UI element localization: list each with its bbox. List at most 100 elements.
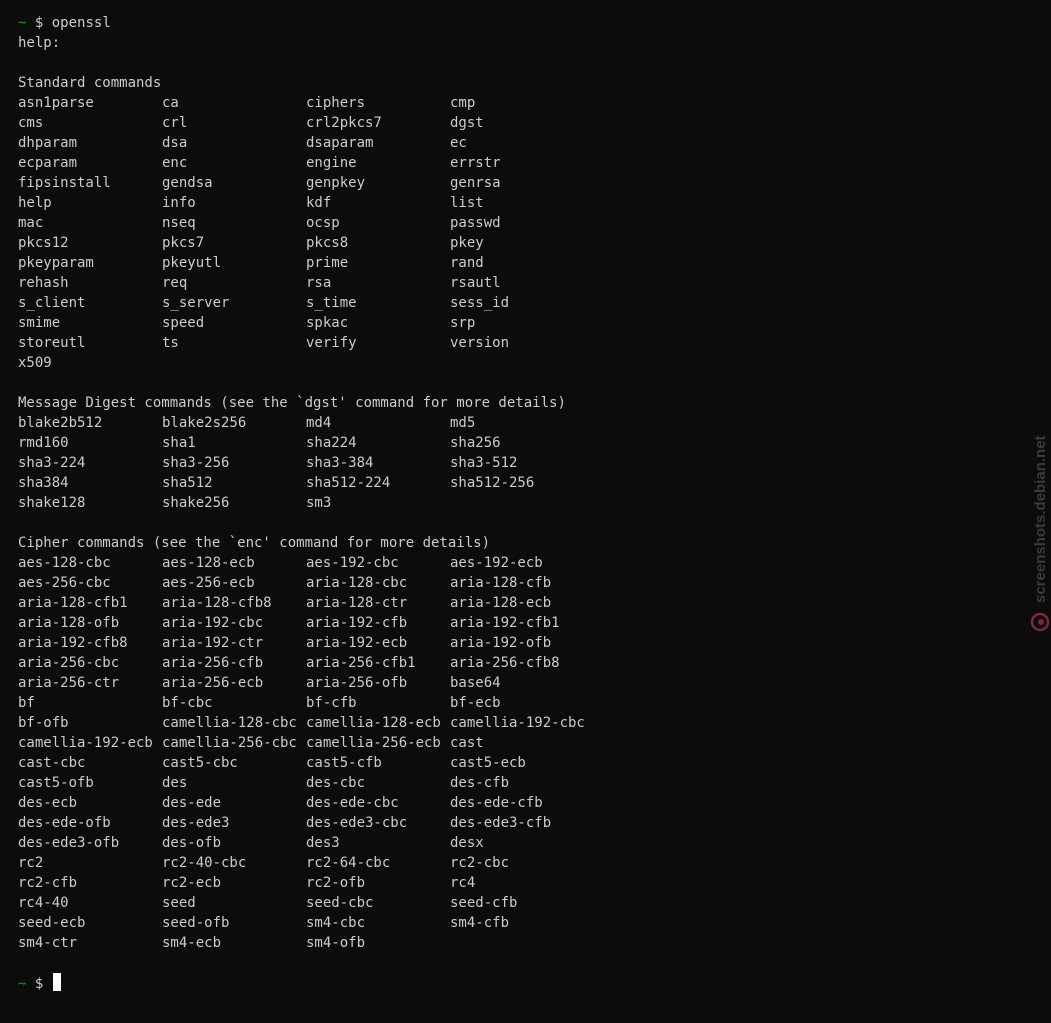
command-row: sha3-224 sha3-256 sha3-384 sha3-512 bbox=[18, 453, 1051, 473]
command-name: sess_id bbox=[450, 295, 510, 311]
command-name: blake2s256 bbox=[162, 415, 247, 431]
command-name: bf bbox=[18, 695, 35, 711]
command-name: aria-128-ofb bbox=[18, 615, 120, 631]
command-name: aria-256-ofb bbox=[306, 675, 408, 691]
command-row: rc2-cfb rc2-ecb rc2-ofb rc4 bbox=[18, 873, 1051, 893]
command-name: aria-192-cfb1 bbox=[450, 615, 560, 631]
command-name: bf-cfb bbox=[306, 695, 357, 711]
command-row: aria-256-cbc aria-256-cfb aria-256-cfb1 ari… bbox=[18, 653, 1051, 673]
command-name: sm4-cfb bbox=[450, 915, 510, 931]
command-name: sha512-256 bbox=[450, 475, 535, 491]
command-name: srp bbox=[450, 315, 476, 331]
section-heading: Message Digest commands (see the `dgst' … bbox=[18, 395, 566, 411]
command-name: fipsinstall bbox=[18, 175, 111, 191]
command-name: verify bbox=[306, 335, 357, 351]
command-name: storeutl bbox=[18, 335, 86, 351]
text-cursor bbox=[52, 973, 61, 991]
command-name: sha256 bbox=[450, 435, 501, 451]
command-name: aria-256-cfb8 bbox=[450, 655, 560, 671]
command-name: camellia-128-cbc bbox=[162, 715, 297, 731]
command-row: aes-256-cbc aes-256-ecb aria-128-cbc aria-1… bbox=[18, 573, 1051, 593]
command-name: shake256 bbox=[162, 495, 230, 511]
watermark-text: screenshots.debian.net bbox=[1032, 435, 1049, 603]
command-row: ecparam enc engine errstr bbox=[18, 153, 1051, 173]
command-name: rmd160 bbox=[18, 435, 69, 451]
command-name: sha512-224 bbox=[306, 475, 391, 491]
command-name: aria-256-cfb1 bbox=[306, 655, 416, 671]
command-row: fipsinstall gendsa genpkey genrsa bbox=[18, 173, 1051, 193]
command-row: aria-128-cfb1 aria-128-cfb8 aria-128-ctr ar… bbox=[18, 593, 1051, 613]
command-name: sha3-256 bbox=[162, 455, 230, 471]
command-row: des-ede-ofb des-ede3 des-ede3-cbc des-ede3-… bbox=[18, 813, 1051, 833]
command-name: req bbox=[162, 275, 188, 291]
prompt-dollar: $ bbox=[34, 15, 44, 31]
command-name: ecparam bbox=[18, 155, 78, 171]
command-name: engine bbox=[306, 155, 357, 171]
command-row: sha384 sha512 sha512-224 sha512-256 bbox=[18, 473, 1051, 493]
command-name: aria-256-ecb bbox=[162, 675, 264, 691]
command-row: aes-128-cbc aes-128-ecb aes-192-cbc aes-192… bbox=[18, 553, 1051, 573]
command-name: aes-256-cbc bbox=[18, 575, 111, 591]
command-name: crl bbox=[162, 115, 188, 131]
command-row: help info kdf list bbox=[18, 193, 1051, 213]
command-name: aria-128-ctr bbox=[306, 595, 408, 611]
command-name: nseq bbox=[162, 215, 196, 231]
command-name: dgst bbox=[450, 115, 484, 131]
command-name: des-ede-cfb bbox=[450, 795, 543, 811]
command-row: s_client s_server s_time sess_id bbox=[18, 293, 1051, 313]
command-name: dsa bbox=[162, 135, 188, 151]
command-name: blake2b512 bbox=[18, 415, 103, 431]
command-name: cast5-cbc bbox=[162, 755, 238, 771]
command-row: seed-ecb seed-ofb sm4-cbc sm4-cfb bbox=[18, 913, 1051, 933]
command-text: openssl bbox=[51, 15, 111, 31]
prompt-tilde: ~ bbox=[18, 15, 27, 31]
command-name: rc2-40-cbc bbox=[162, 855, 247, 871]
command-name: dsaparam bbox=[306, 135, 374, 151]
command-name: aes-128-ecb bbox=[162, 555, 255, 571]
command-name: speed bbox=[162, 315, 205, 331]
command-name: aes-128-cbc bbox=[18, 555, 111, 571]
command-name: cast bbox=[450, 735, 484, 751]
command-name: aria-192-cbc bbox=[162, 615, 264, 631]
command-name: help bbox=[18, 195, 52, 211]
command-name: mac bbox=[18, 215, 44, 231]
command-name: list bbox=[450, 195, 484, 211]
command-name: pkcs12 bbox=[18, 235, 69, 251]
command-row: cast-cbc cast5-cbc cast5-cfb cast5-ecb bbox=[18, 753, 1051, 773]
command-name: rc4 bbox=[450, 875, 476, 891]
command-name: base64 bbox=[450, 675, 501, 691]
command-name: rand bbox=[450, 255, 484, 271]
command-name: cast-cbc bbox=[18, 755, 86, 771]
command-name: rc2-ofb bbox=[306, 875, 366, 891]
command-row: rmd160 sha1 sha224 sha256 bbox=[18, 433, 1051, 453]
command-name: dhparam bbox=[18, 135, 78, 151]
command-name: aria-128-cfb bbox=[450, 575, 552, 591]
command-name: camellia-128-ecb bbox=[306, 715, 441, 731]
command-name: info bbox=[162, 195, 196, 211]
command-name: s_client bbox=[18, 295, 86, 311]
command-row: rc4-40 seed seed-cbc seed-cfb bbox=[18, 893, 1051, 913]
command-name: sha512 bbox=[162, 475, 213, 491]
command-name: sm4-ofb bbox=[306, 935, 366, 951]
command-name: sm4-ecb bbox=[162, 935, 222, 951]
command-name: sha3-512 bbox=[450, 455, 518, 471]
command-name: sha3-224 bbox=[18, 455, 86, 471]
command-name: sha384 bbox=[18, 475, 69, 491]
command-name: seed-cfb bbox=[450, 895, 518, 911]
command-name: crl2pkcs7 bbox=[306, 115, 382, 131]
final-prompt-line[interactable]: ~ $ bbox=[18, 973, 1051, 993]
command-name: asn1parse bbox=[18, 95, 94, 111]
command-name: bf-ofb bbox=[18, 715, 69, 731]
command-name: s_server bbox=[162, 295, 230, 311]
command-name: ciphers bbox=[306, 95, 366, 111]
command-row: cms crl crl2pkcs7 dgst bbox=[18, 113, 1051, 133]
terminal-window[interactable]: ~ $ openssl help: Standard commands asn1p… bbox=[0, 0, 1051, 1023]
command-name: pkeyutl bbox=[162, 255, 222, 271]
command-name: rsautl bbox=[450, 275, 501, 291]
prompt-dollar: $ bbox=[34, 976, 44, 992]
command-name: x509 bbox=[18, 355, 52, 371]
command-name: sm3 bbox=[306, 495, 332, 511]
command-row: storeutl ts verify version bbox=[18, 333, 1051, 353]
command-name: des-ede3-ofb bbox=[18, 835, 120, 851]
